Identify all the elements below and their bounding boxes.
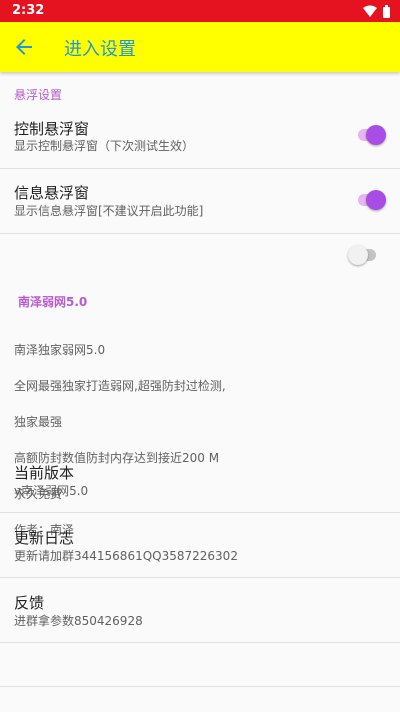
switch-thumb <box>348 245 368 265</box>
divider <box>0 577 400 578</box>
pref-info-float-summary: 显示信息悬浮窗[不建议开启此功能] <box>14 204 204 218</box>
wifi-icon <box>363 5 377 17</box>
page-title: 进入设置 <box>64 39 136 60</box>
about-line: 全网最强独家打造弱网,超强防封过检测, <box>14 379 226 393</box>
divider <box>0 168 400 169</box>
divider <box>0 233 400 234</box>
extra-switch[interactable] <box>348 245 378 265</box>
about-line: 南泽独家弱网5.0 <box>14 343 106 357</box>
pref-version-summary: v南泽弱网5.0 <box>14 484 89 498</box>
battery-icon <box>383 4 390 18</box>
switch-thumb <box>366 125 386 145</box>
divider <box>0 512 400 513</box>
status-time: 2:32 <box>12 3 45 18</box>
pref-control-float-title: 控制悬浮窗 <box>14 120 90 138</box>
pref-info-float-title: 信息悬浮窗 <box>14 184 90 202</box>
pref-changelog-summary: 更新请加群344156861QQ3587226302 <box>14 549 238 563</box>
section-header-float: 悬浮设置 <box>14 88 63 102</box>
switch-thumb <box>366 190 386 210</box>
status-icons <box>363 4 390 18</box>
about-line: 独家最强 <box>14 415 63 429</box>
pref-feedback-summary: 进群拿参数850426928 <box>14 614 143 628</box>
status-bar: 2:32 <box>0 0 400 22</box>
pref-version-title: 当前版本 <box>14 464 75 482</box>
app-bar: 进入设置 <box>0 22 400 72</box>
pref-feedback-title: 反馈 <box>14 594 45 612</box>
info-float-switch[interactable] <box>356 190 386 210</box>
control-float-switch[interactable] <box>356 125 386 145</box>
about-text: 南泽独家弱网5.0 全网最强独家打造弱网,超强防封过检测, 独家最强 高额防封数… <box>14 323 226 557</box>
about-title: 南泽弱网5.0 <box>18 295 88 309</box>
arrow-back-icon[interactable] <box>12 35 36 59</box>
pref-changelog-title: 更新日志 <box>14 529 75 547</box>
divider <box>0 686 400 687</box>
divider <box>0 642 400 643</box>
pref-control-float-summary: 显示控制悬浮窗（下次测试生效） <box>14 139 195 153</box>
